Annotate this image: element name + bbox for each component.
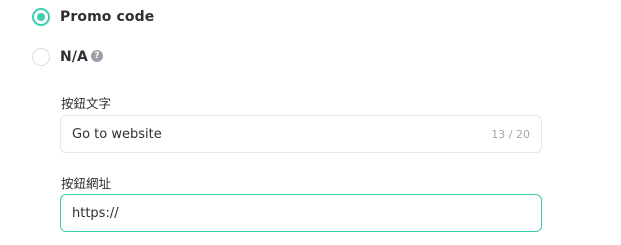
option-na[interactable]: N/A ?	[32, 48, 103, 66]
cta-settings-panel: Promo code N/A ? 按鈕文字 Go to website 13 /…	[0, 0, 621, 245]
help-icon[interactable]: ?	[90, 50, 103, 62]
na-label: N/A	[60, 49, 88, 65]
promo-code-label: Promo code	[60, 9, 155, 25]
option-promo-code[interactable]: Promo code	[32, 8, 154, 26]
promo-code-radio[interactable]	[32, 8, 50, 26]
button-text-label: 按鈕文字	[61, 96, 112, 111]
button-url-value[interactable]: https://	[72, 206, 530, 221]
character-counter: 13 / 20	[491, 127, 530, 141]
button-url-input[interactable]: https://	[60, 194, 542, 232]
button-url-label: 按鈕網址	[61, 176, 112, 191]
na-radio[interactable]	[32, 48, 50, 66]
button-text-input[interactable]: Go to website 13 / 20	[60, 115, 542, 153]
button-text-value[interactable]: Go to website	[72, 127, 491, 142]
